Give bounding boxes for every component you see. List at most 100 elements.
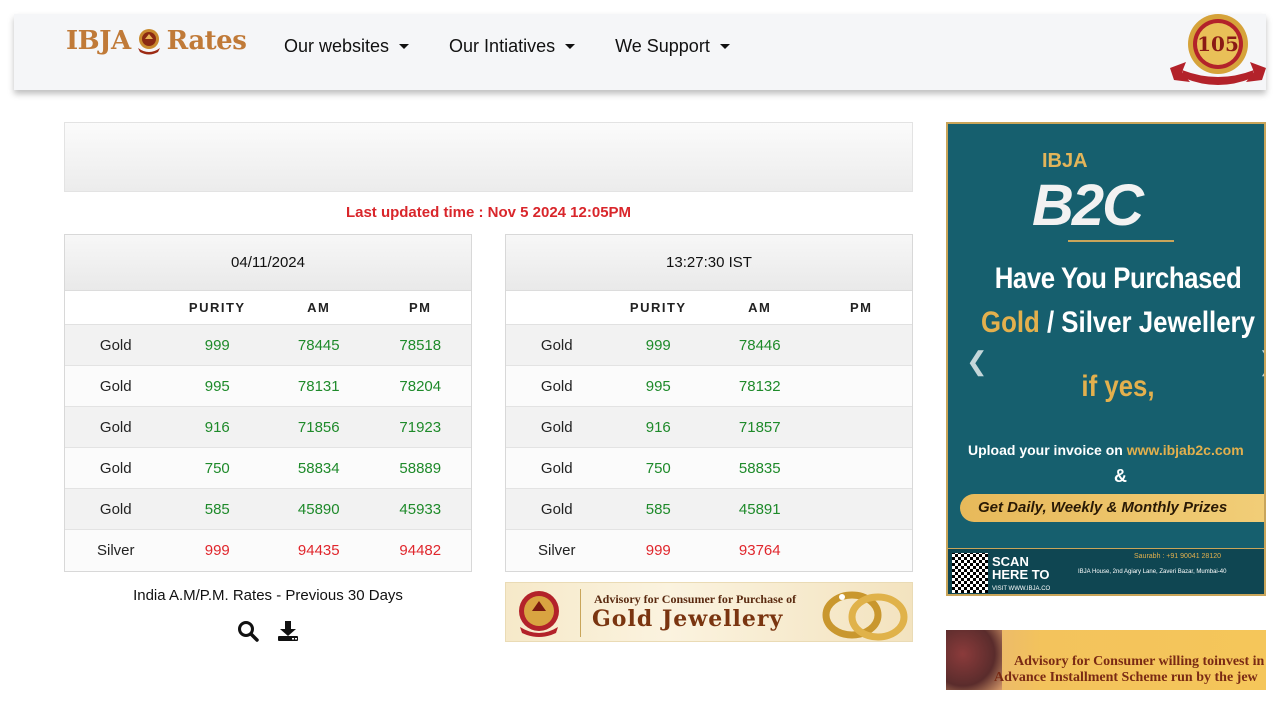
advisory-line1: Advisory for Consumer for Purchase of — [594, 592, 797, 606]
advisory-gold-jewellery-banner[interactable]: Advisory for Consumer for Purchase of Go… — [505, 582, 913, 642]
ad-brand-top: IBJA — [1042, 150, 1088, 172]
cell-metal: Gold — [540, 418, 573, 436]
column-header-am: AM — [748, 300, 772, 315]
main-nav: Our websites Our Intiatives We Support — [284, 36, 770, 57]
cell-am-rate: 78131 — [297, 377, 340, 395]
table-row: Gold 750 58834 58889 — [65, 448, 471, 489]
cell-am-rate: 71856 — [297, 418, 340, 436]
cell-purity: 995 — [204, 377, 230, 395]
cell-purity: 999 — [645, 336, 671, 354]
cell-metal: Gold — [540, 459, 573, 477]
cell-purity: 999 — [204, 542, 230, 559]
ad-headline-gold: Gold — [981, 306, 1040, 339]
ad-footer: SCAN HERE TO VISIT WWW.IBJA.CO Saurabh :… — [948, 548, 1264, 594]
cell-purity: 750 — [204, 459, 230, 477]
ad-ampersand: & — [1114, 466, 1127, 486]
last-updated-time: Last updated time : Nov 5 2024 12:05PM — [345, 204, 632, 221]
nav-our-initiatives-label: Our Intiatives — [449, 36, 556, 56]
ad-prizes-pill: Get Daily, Weekly & Monthly Prizes — [960, 494, 1264, 522]
cell-metal: Gold — [99, 418, 132, 436]
ad2-line2: Advance Installment Scheme run by the je… — [994, 670, 1258, 685]
cell-am-rate: 45890 — [297, 500, 340, 518]
cell-purity: 995 — [645, 377, 671, 395]
nav-our-websites-label: Our websites — [284, 36, 390, 56]
column-header-am: AM — [307, 300, 331, 315]
cell-pm-rate: 71923 — [399, 418, 442, 436]
cell-pm-rate: 94482 — [399, 542, 442, 559]
cell-metal: Gold — [540, 336, 573, 354]
ibja-seal-icon — [519, 591, 559, 637]
ad-brand-b2c: B2C — [1032, 173, 1144, 238]
table-row: Gold 585 45891 — [506, 489, 912, 530]
gold-rings-image — [822, 591, 908, 641]
logo-text-rates: Rates — [166, 26, 247, 56]
column-header-purity: PURITY — [188, 300, 246, 315]
cell-metal: Gold — [99, 377, 132, 395]
cell-purity: 750 — [645, 459, 671, 477]
column-header-pm: PM — [850, 300, 873, 315]
nav-our-websites[interactable]: Our websites — [284, 36, 410, 57]
table-row: Gold 585 45890 45933 — [65, 489, 471, 530]
ad-scan-line3: VISIT WWW.IBJA.CO — [992, 586, 1051, 592]
ibja-b2c-carousel-ad[interactable]: IBJA B2C Have You Purchased Gold / Silve… — [946, 122, 1266, 596]
ad-headline-silver: / Silver Jewellery — [1039, 306, 1255, 339]
rates-table-previous-day: 04/11/2024 PURITY AM PM Gold 999 78445 7851… — [64, 234, 472, 572]
cell-purity: 585 — [645, 500, 671, 518]
cell-am-rate: 94435 — [297, 542, 340, 559]
cell-am-rate: 45891 — [738, 500, 781, 518]
caret-down-icon — [399, 44, 410, 49]
cell-pm-rate: 78204 — [399, 377, 442, 395]
cell-metal: Gold — [99, 459, 132, 477]
ad-upload-url: www.ibjab2c.com — [1126, 442, 1244, 458]
download-icon[interactable] — [277, 620, 299, 642]
carousel-prev-icon[interactable]: ❮ — [966, 346, 988, 377]
cell-am-rate: 58834 — [297, 459, 340, 477]
cell-purity: 916 — [645, 418, 671, 436]
ad-scan-text: SCAN HERE TO VISIT WWW.IBJA.CO — [992, 555, 1051, 594]
search-icon[interactable] — [237, 620, 259, 642]
qr-code-icon — [952, 553, 988, 593]
cell-am-rate: 78446 — [738, 336, 781, 354]
table-row: Gold 995 78132 — [506, 366, 912, 407]
table-date: 04/11/2024 — [65, 235, 471, 291]
cell-metal: Silver — [96, 542, 135, 559]
cell-metal: Gold — [540, 377, 573, 395]
table-row: Gold 916 71857 — [506, 407, 912, 448]
ad-brand-underline — [1068, 240, 1174, 242]
nav-we-support[interactable]: We Support — [615, 36, 730, 57]
cell-metal: Silver — [537, 542, 576, 559]
table-row: Gold 999 78445 78518 — [65, 325, 471, 366]
ad-headline-1: Have You Purchased — [994, 262, 1242, 295]
table-row: Silver 999 94435 94482 — [65, 530, 471, 571]
column-header-purity: PURITY — [629, 300, 687, 315]
cell-purity: 999 — [204, 336, 230, 354]
nav-our-initiatives[interactable]: Our Intiatives — [449, 36, 576, 57]
ad-upload-prefix: Upload your invoice on — [968, 442, 1127, 458]
advisory-installment-scheme-ad[interactable]: Advisory for Consumer willing toinvest i… — [946, 630, 1266, 690]
advisory-line2: Gold Jewellery — [592, 606, 784, 632]
carousel-next-icon[interactable]: ❯ — [1258, 346, 1264, 377]
table-time: 13:27:30 IST — [506, 235, 912, 291]
cell-metal: Gold — [99, 336, 132, 354]
table-row: Silver 999 93764 — [506, 530, 912, 571]
ad-address: IBJA House, 2nd Agiary Lane, Zaveri Baza… — [1078, 569, 1227, 575]
cell-am-rate: 78445 — [297, 336, 340, 354]
badge-number: 105 — [1197, 32, 1239, 56]
logo-text-ibja: IBJA — [66, 26, 131, 56]
cell-am-rate: 58835 — [738, 459, 781, 477]
ad-if-yes: if yes, — [1081, 370, 1155, 403]
cell-purity: 916 — [204, 418, 230, 436]
rates-table-live: 13:27:30 IST PURITY AM PM Gold 999 78446 Go… — [505, 234, 913, 572]
ibja-rates-logo[interactable]: IBJA Rates — [66, 26, 247, 56]
site-header: IBJA Rates Our websites Our Intiatives W… — [14, 14, 1266, 90]
ad-headline-2: Gold / Silver Jewellery — [972, 306, 1264, 340]
previous-30-days-label: India A.M/P.M. Rates - Previous 30 Days — [133, 587, 403, 604]
cell-purity: 999 — [645, 542, 671, 559]
caret-down-icon — [719, 44, 730, 49]
column-header-pm: PM — [409, 300, 432, 315]
caret-down-icon — [565, 44, 576, 49]
ibja-emblem-icon — [137, 29, 160, 55]
cell-metal: Gold — [99, 500, 132, 518]
cell-am-rate: 78132 — [738, 377, 781, 395]
ad-scan-line2: HERE TO — [992, 567, 1050, 582]
